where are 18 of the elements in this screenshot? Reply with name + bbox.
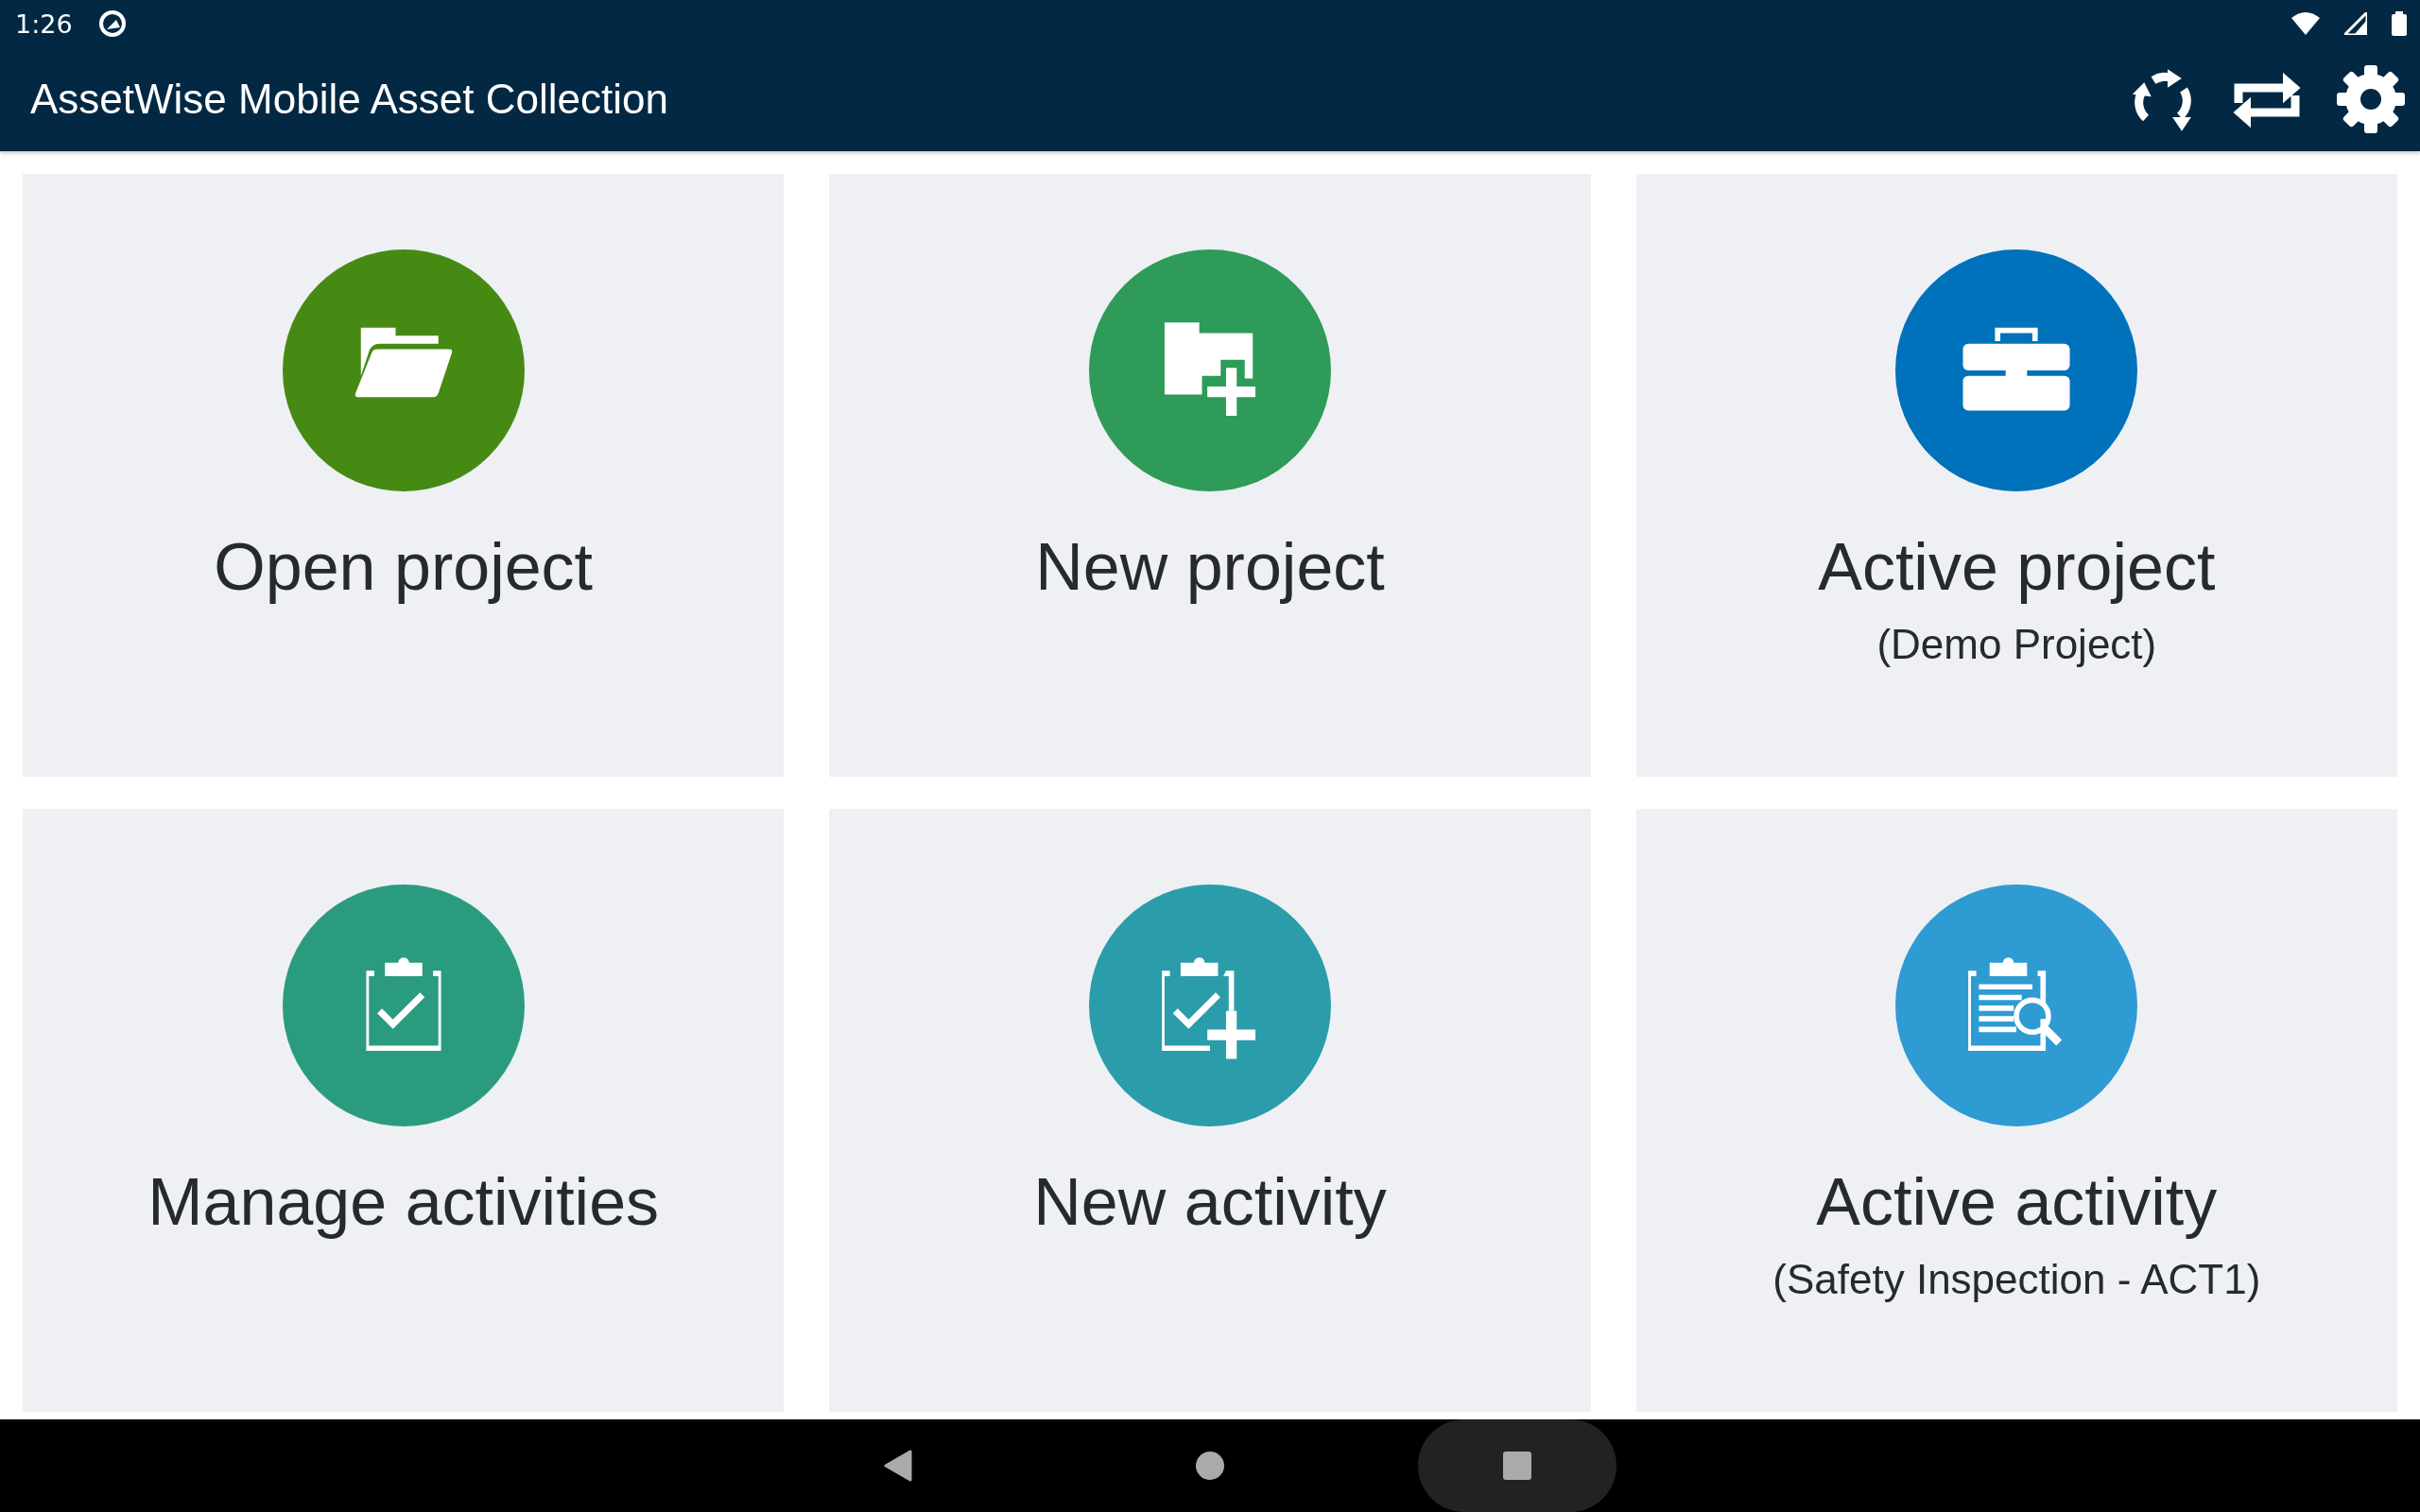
recents-icon [1503, 1452, 1531, 1480]
wifi-icon [2291, 12, 2320, 35]
menu-tile[interactable]: Active activity (Safety Inspection - ACT1) [1635, 809, 2397, 1412]
notification-icon [96, 9, 128, 39]
home-icon [1196, 1452, 1224, 1480]
signal-icon [2344, 12, 2367, 35]
menu-tile[interactable]: Active project (Demo Project) [1635, 174, 2397, 777]
tile-subtitle: (Demo Project) [1876, 621, 2157, 668]
menu-tile[interactable]: Open project [23, 174, 785, 777]
tile-subtitle: (Safety Inspection - ACT1) [1772, 1256, 2261, 1303]
status-time: 1:26 [15, 9, 73, 39]
settings-button[interactable] [2335, 63, 2407, 135]
menu-tile[interactable]: Manage activities [23, 809, 785, 1412]
battery-icon [2392, 11, 2407, 36]
back-icon [884, 1450, 912, 1482]
menu-tile[interactable]: New activity [829, 809, 1591, 1412]
app-title: AssetWise Mobile Asset Collection [30, 76, 669, 123]
menu-tile[interactable]: New project [829, 174, 1591, 777]
